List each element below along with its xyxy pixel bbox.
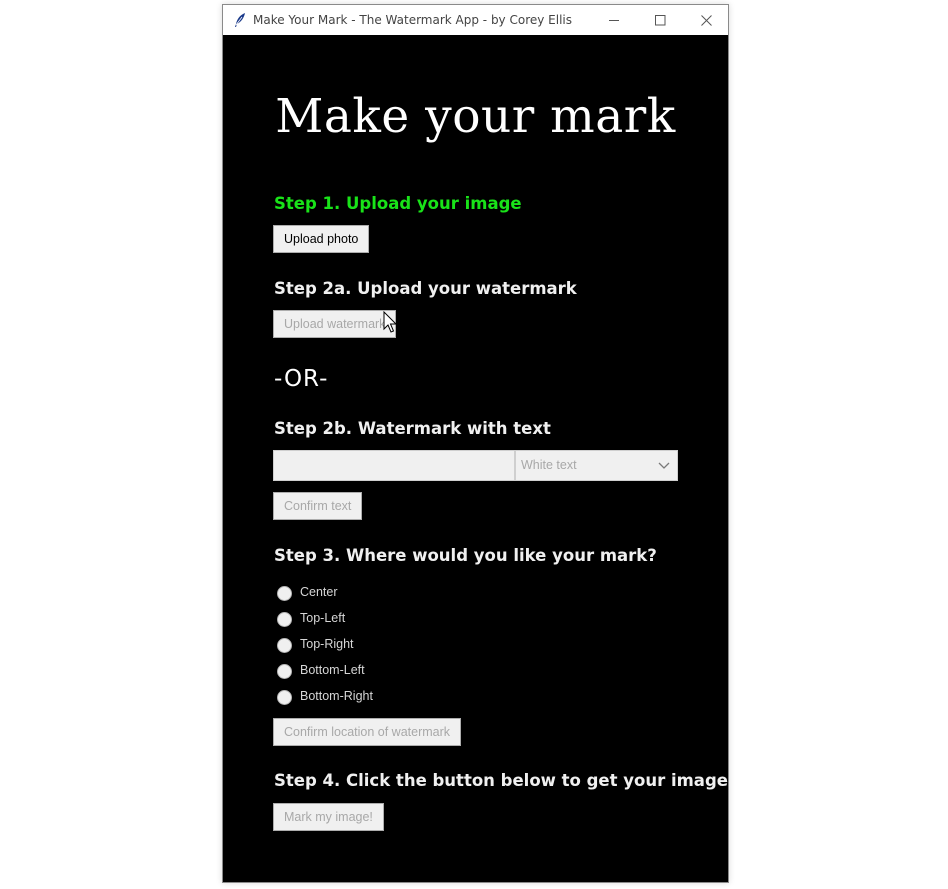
page-title: Make your mark (275, 89, 676, 144)
mouse-pointer-icon (383, 311, 398, 333)
radio-button[interactable] (277, 638, 292, 653)
app-content: Make your mark Step 1. Upload your image… (223, 35, 728, 882)
maximize-icon (654, 14, 665, 25)
step2a-label: Step 2a. Upload your watermark (274, 279, 577, 298)
window-title: Make Your Mark - The Watermark App - by … (253, 13, 573, 27)
confirm-text-button[interactable]: Confirm text (273, 492, 363, 520)
step1-label: Step 1. Upload your image (274, 194, 522, 213)
upload-photo-button[interactable]: Upload photo (273, 225, 370, 253)
step3-label: Step 3. Where would you like your mark? (274, 546, 657, 565)
or-separator: -OR- (274, 366, 329, 392)
upload-watermark-button[interactable]: Upload watermark (273, 310, 397, 338)
chevron-down-icon (658, 462, 670, 469)
step2b-label: Step 2b. Watermark with text (274, 419, 551, 438)
mark-image-button[interactable]: Mark my image! (273, 803, 384, 831)
text-color-dropdown[interactable]: White text (515, 450, 678, 481)
radio-label: Top-Left (300, 611, 346, 625)
radio-button[interactable] (277, 612, 292, 627)
minimize-icon (608, 19, 619, 21)
radio-label: Center (300, 585, 338, 599)
maximize-button[interactable] (637, 5, 683, 35)
close-icon (700, 14, 712, 26)
feather-icon (235, 13, 245, 27)
radio-button[interactable] (277, 664, 292, 679)
desktop: Make Your Mark - The Watermark App - by … (0, 0, 948, 889)
radio-label: Bottom-Right (300, 689, 373, 703)
radio-label: Top-Right (300, 637, 354, 651)
radio-button[interactable] (277, 586, 292, 601)
close-button[interactable] (683, 5, 728, 35)
radio-button[interactable] (277, 690, 292, 705)
app-window: Make Your Mark - The Watermark App - by … (222, 4, 729, 883)
title-bar[interactable]: Make Your Mark - The Watermark App - by … (223, 5, 728, 35)
step4-label: Step 4. Click the button below to get yo… (274, 771, 728, 790)
minimize-button[interactable] (591, 5, 637, 35)
text-color-selected: White text (521, 458, 577, 472)
watermark-text-input[interactable] (273, 450, 515, 481)
radio-label: Bottom-Left (300, 663, 365, 677)
confirm-location-button[interactable]: Confirm location of watermark (273, 718, 462, 746)
